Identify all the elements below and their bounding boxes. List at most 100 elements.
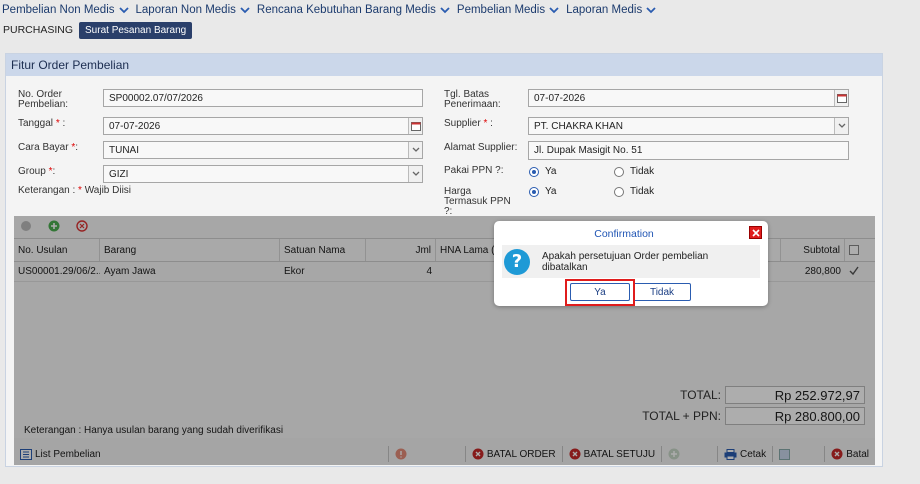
radio-label: Tidak <box>630 166 655 177</box>
disabled-action-button[interactable] <box>387 446 465 462</box>
cara-bayar-value: TUNAI <box>109 145 139 156</box>
grid-note: Keterangan : Hanya usulan barang yang su… <box>24 425 284 436</box>
totals: TOTAL: Rp 252.972,97 TOTAL + PPN: Rp 280.8… <box>631 386 865 428</box>
chevron-down-icon <box>118 7 129 14</box>
button-label: BATAL SETUJU <box>583 448 656 460</box>
batal-setuju-button[interactable]: BATAL SETUJU <box>561 446 662 462</box>
cara-bayar-label: Cara Bayar *: <box>18 142 79 153</box>
menu-laporan-medis[interactable]: Laporan Medis <box>566 4 657 16</box>
row-checkbox[interactable] <box>845 262 875 281</box>
menu-pembelian-medis[interactable]: Pembelian Medis <box>457 4 560 16</box>
menu-label: Laporan Non Medis <box>135 4 236 16</box>
total-label: TOTAL: <box>680 388 721 402</box>
column-header[interactable]: No. Usulan <box>14 239 100 261</box>
pakai-ppn-tidak-radio[interactable]: Tidak <box>614 166 654 177</box>
add-icon <box>668 448 680 460</box>
top-menu: Pembelian Non Medis Laporan Non Medis Re… <box>0 0 920 20</box>
menu-pembelian-non-medis[interactable]: Pembelian Non Medis <box>2 4 130 16</box>
alamat-field[interactable]: Jl. Dupak Masigit No. 51 <box>528 141 849 160</box>
cell-no-usulan: US00001.29/06/2... <box>18 266 100 277</box>
button-label: Cetak <box>739 448 767 460</box>
harga-ppn-tidak-radio[interactable]: Tidak <box>614 186 654 197</box>
supplier-value: PT. CHAKRA KHAN <box>534 121 623 132</box>
dialog-message-box: ? Apakah persetujuan Order pembelian dib… <box>502 245 760 278</box>
toolbar-delete-icon[interactable] <box>76 219 88 235</box>
supplier-select[interactable]: PT. CHAKRA KHAN <box>528 117 849 135</box>
dialog-no-button[interactable]: Tidak <box>633 283 691 301</box>
save-button[interactable] <box>772 446 824 462</box>
chevron-down-icon <box>646 7 656 14</box>
column-header[interactable]: Barang <box>100 239 280 261</box>
close-icon[interactable] <box>749 226 762 239</box>
cara-bayar-select[interactable]: TUNAI <box>103 141 423 159</box>
radio-unchecked-icon <box>614 166 624 177</box>
sub-navigation: PURCHASING Surat Pesanan Barang <box>0 20 193 40</box>
cetak-button[interactable]: Cetak <box>716 446 772 462</box>
group-label: Group *: <box>18 166 56 177</box>
radio-label: Ya <box>545 186 557 197</box>
select-all-checkbox[interactable] <box>845 239 875 261</box>
button-label: Batal <box>846 448 870 460</box>
chevron-down-icon <box>549 7 559 14</box>
dialog-message: Apakah persetujuan Order pembelian dibat… <box>542 250 709 273</box>
radio-checked-icon <box>529 166 539 177</box>
group-value: GIZI <box>109 169 129 180</box>
toolbar-add-icon[interactable] <box>48 220 60 235</box>
pakai-ppn-label: Pakai PPN ?: <box>444 165 504 176</box>
button-label: BATAL ORDER <box>486 448 556 460</box>
cancel-icon <box>569 448 581 460</box>
radio-checked-icon <box>529 186 539 197</box>
list-pembelian-button[interactable]: List Pembelian <box>14 446 107 462</box>
group-select[interactable]: GIZI <box>103 165 423 183</box>
save-icon <box>779 448 791 460</box>
harga-ppn-ya-radio[interactable]: Ya <box>529 186 557 197</box>
alamat-label: Alamat Supplier: <box>444 142 518 153</box>
button-label: List Pembelian <box>35 448 101 460</box>
chevron-down-icon <box>440 7 450 14</box>
calendar-icon[interactable] <box>408 118 422 134</box>
tgl-batas-field[interactable]: 07-07-2026 <box>528 89 849 107</box>
tab-surat-pesanan-barang[interactable]: Surat Pesanan Barang <box>79 21 193 39</box>
column-header[interactable]: Jml <box>366 239 436 261</box>
tgl-batas-label: Tgl. Batas Penerimaan: <box>444 89 501 110</box>
list-icon <box>20 448 32 460</box>
chevron-down-icon[interactable] <box>834 118 848 134</box>
cell-subtotal: 280,800 <box>804 266 841 277</box>
column-header[interactable]: Satuan Nama <box>280 239 366 261</box>
tanggal-label: Tanggal * : <box>18 118 66 129</box>
chevron-down-icon[interactable] <box>408 166 422 182</box>
calendar-icon[interactable] <box>834 90 848 106</box>
tgl-batas-value: 07-07-2026 <box>534 93 586 104</box>
tanggal-value: 07-07-2026 <box>109 121 161 132</box>
batal-button[interactable]: Batal <box>824 446 875 462</box>
menu-rencana-kebutuhan[interactable]: Rencana Kebutuhan Barang Medis <box>257 4 451 16</box>
column-header[interactable]: Subtotal <box>781 239 845 261</box>
question-icon: ? <box>504 248 530 275</box>
toolbar-edit-icon[interactable] <box>20 220 32 235</box>
cell-barang: Ayam Jawa <box>104 266 156 277</box>
keterangan-wajib: Keterangan : * Wajib Diisi <box>18 185 132 196</box>
menu-label: Pembelian Medis <box>456 4 546 16</box>
batal-order-button[interactable]: BATAL ORDER <box>464 446 562 462</box>
supplier-label: Supplier * : <box>444 118 493 129</box>
no-order-field[interactable]: SP00002.07/07/2026 <box>103 89 423 107</box>
cancel-icon <box>472 448 484 460</box>
total-ppn-value: Rp 280.800,00 <box>725 407 865 425</box>
section-label: PURCHASING <box>3 24 74 36</box>
disabled-add-button[interactable] <box>661 446 717 462</box>
chevron-down-icon <box>240 7 250 14</box>
radio-label: Ya <box>545 166 557 177</box>
harga-ppn-label: Harga Termasuk PPN ?: <box>444 186 511 217</box>
bottom-toolbar: List Pembelian BATAL ORDER BATAL SETUJU … <box>14 443 875 465</box>
chevron-down-icon[interactable] <box>408 142 422 158</box>
menu-laporan-non-medis[interactable]: Laporan Non Medis <box>136 4 251 16</box>
pakai-ppn-ya-radio[interactable]: Ya <box>529 166 557 177</box>
tanggal-field[interactable]: 07-07-2026 <box>103 117 423 135</box>
cell-jml: 4 <box>426 266 432 277</box>
panel-title: Fitur Order Pembelian <box>6 54 882 76</box>
menu-label: Laporan Medis <box>566 4 643 16</box>
cell-satuan: Ekor <box>284 266 305 277</box>
menu-label: Rencana Kebutuhan Barang Medis <box>256 4 436 16</box>
radio-unchecked-icon <box>614 186 624 197</box>
radio-label: Tidak <box>630 186 655 197</box>
